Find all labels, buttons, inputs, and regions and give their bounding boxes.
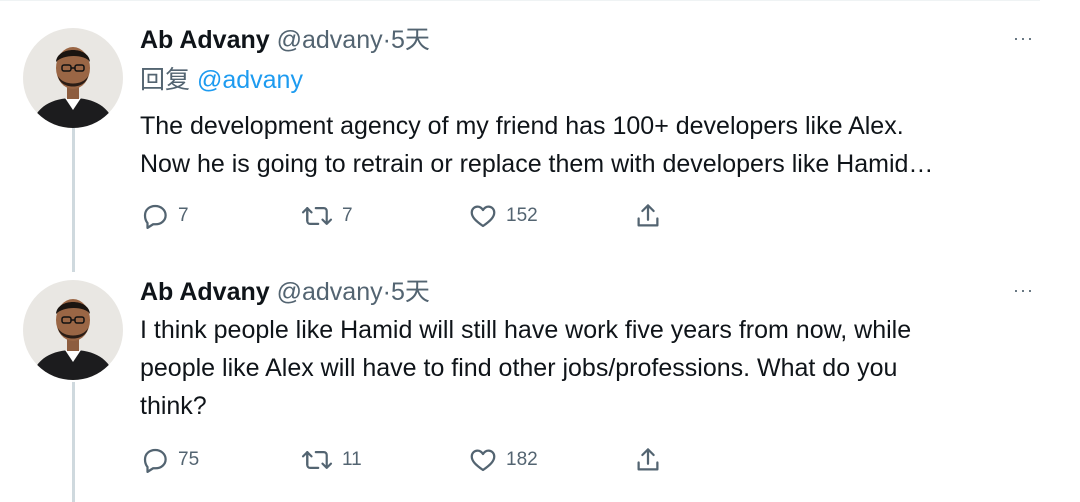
share-upload-icon	[633, 445, 663, 475]
reply-count: 7	[178, 205, 189, 226]
separator-dot: ·	[382, 278, 391, 306]
retweet-icon	[300, 445, 334, 475]
share-button[interactable]	[633, 198, 663, 234]
user-handle[interactable]: @advany	[277, 26, 383, 54]
display-name[interactable]: Ab Advany	[140, 26, 270, 54]
tweet-text-line: I think people like Hamid will still hav…	[140, 316, 912, 344]
tweet-text: I think people like Hamid will still hav…	[140, 311, 1040, 425]
like-count: 152	[506, 205, 538, 226]
reply-count: 75	[178, 449, 200, 470]
tweet-header: Ab Advany @advany·5天	[140, 272, 430, 312]
top-divider	[0, 0, 1040, 1]
tweet-text-line: people like Alex will have to find other…	[140, 354, 898, 382]
reply-prefix: 回复	[140, 66, 191, 94]
timestamp[interactable]: 5天	[391, 278, 430, 306]
share-upload-icon	[633, 201, 663, 231]
share-button[interactable]	[633, 442, 663, 478]
avatar[interactable]	[23, 28, 123, 128]
avatar[interactable]	[23, 280, 123, 380]
like-button[interactable]: 182	[468, 442, 538, 478]
like-count: 182	[506, 449, 538, 470]
tweet-text-line: The development agency of my friend has …	[140, 112, 904, 140]
tweet-header: Ab Advany @advany·5天	[140, 20, 430, 60]
retweet-button[interactable]: 7	[300, 198, 353, 234]
retweet-icon	[300, 201, 334, 231]
retweet-count: 7	[342, 205, 353, 226]
reply-button[interactable]: 75	[140, 442, 199, 478]
heart-icon	[468, 201, 498, 231]
reply-bubble-icon	[140, 201, 170, 231]
action-bar: 7 7 152	[140, 198, 680, 234]
retweet-count: 11	[342, 449, 362, 470]
like-button[interactable]: 152	[468, 198, 538, 234]
tweet-text-line: think?	[140, 392, 207, 420]
tweet[interactable]: Ab Advany @advany·5天 ··· 回复 @advany The …	[0, 20, 1080, 250]
timestamp[interactable]: 5天	[391, 26, 430, 54]
more-dots-icon[interactable]: ···	[1013, 280, 1034, 300]
user-handle[interactable]: @advany	[277, 278, 383, 306]
tweet-text-line: Now he is going to retrain or replace th…	[140, 150, 934, 178]
reply-bubble-icon	[140, 445, 170, 475]
tweet-text: The development agency of my friend has …	[140, 107, 1040, 183]
retweet-button[interactable]: 11	[300, 442, 362, 478]
heart-icon	[468, 445, 498, 475]
action-bar: 75 11 182	[140, 442, 680, 478]
separator-dot: ·	[382, 26, 391, 54]
reply-button[interactable]: 7	[140, 198, 189, 234]
display-name[interactable]: Ab Advany	[140, 278, 270, 306]
more-dots-icon[interactable]: ···	[1013, 28, 1034, 48]
reply-mention-link[interactable]: @advany	[197, 66, 303, 94]
tweet[interactable]: Ab Advany @advany·5天 ··· I think people …	[0, 272, 1080, 502]
reply-to-line: 回复 @advany	[140, 60, 303, 100]
